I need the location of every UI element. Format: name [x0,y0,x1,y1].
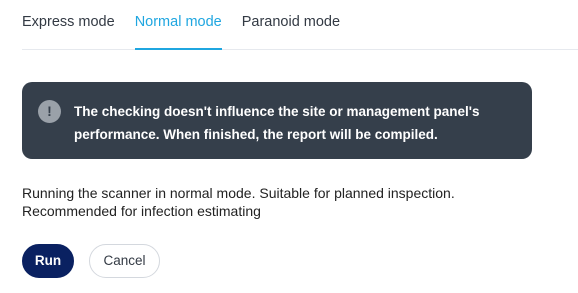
alert-text-line-1: The checking doesn't influence the site … [74,104,480,119]
tab-paranoid-mode[interactable]: Paranoid mode [242,0,340,49]
exclamation-icon: ! [38,100,61,123]
tab-normal-mode[interactable]: Normal mode [134,0,222,50]
info-alert: ! The checking doesn't influence the sit… [22,82,532,159]
description-line-2: Recommended for infection estimating [22,203,261,219]
mode-tabs: Express mode Normal mode Paranoid mode [22,0,578,50]
run-button[interactable]: Run [22,244,74,278]
cancel-button[interactable]: Cancel [89,244,160,278]
tab-express-mode[interactable]: Express mode [22,0,115,49]
alert-text-line-2: performance. When finished, the report w… [74,127,438,142]
mode-description: Running the scanner in normal mode. Suit… [22,184,542,220]
scanner-mode-panel: Express mode Normal mode Paranoid mode !… [0,0,578,293]
description-line-1: Running the scanner in normal mode. Suit… [22,185,455,201]
